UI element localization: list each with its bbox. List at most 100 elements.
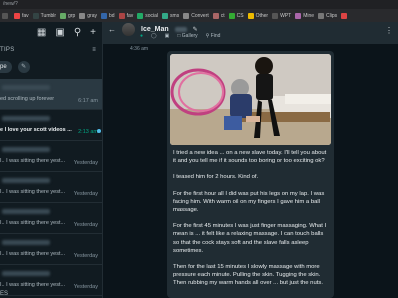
conversation-tabs: ● ◯ ▣ □ Gallery ⚲ Find xyxy=(103,30,220,42)
message-paragraph: For the first 45 minutes I was just fing… xyxy=(173,223,327,254)
search-icon[interactable]: ⚲ xyxy=(74,27,81,38)
chat-list-item[interactable]: I.. I was sitting there yest... Yesterday xyxy=(0,203,102,234)
chat-preview: I.. I was sitting there yest... xyxy=(0,220,66,226)
bookmark-favicon-icon xyxy=(32,12,39,19)
chat-list-item[interactable]: I.. I was sitting there yest... Yesterday xyxy=(0,265,102,296)
bookmark-item[interactable]: CS xyxy=(228,12,244,19)
bookmark-label: Mine xyxy=(303,12,315,19)
filter-chip[interactable]: pe xyxy=(0,61,12,73)
bookmark-label: bd xyxy=(109,12,115,19)
edit-icon[interactable]: ✎ xyxy=(17,61,30,73)
message-paragraph: Then for the last 15 minutes I slowly ma… xyxy=(173,264,323,287)
bookmark-label: Convert xyxy=(191,12,209,19)
chat-preview: I.. I was sitting there yest... xyxy=(0,251,66,257)
bookmark-favicon-icon xyxy=(212,12,219,19)
redacted-contact-name xyxy=(2,85,50,90)
chat-preview: ed scrolling up forever xyxy=(0,96,55,102)
chat-list-item[interactable]: e I love your scott videos ... 2:13 am xyxy=(0,110,102,141)
chat-list: ed scrolling up forever 6:17 am e I love y… xyxy=(0,79,102,296)
bookmark-favicon-icon xyxy=(137,12,144,19)
bookmark-item[interactable]: WPT xyxy=(272,12,292,19)
address-bar[interactable]: /new/? xyxy=(0,0,398,9)
chat-list-item[interactable]: ed scrolling up forever 6:17 am xyxy=(0,79,102,110)
chat-preview: I.. I was sitting there yest... xyxy=(0,158,66,164)
bookmark-item[interactable]: Mine xyxy=(295,12,315,19)
chat-preview: I.. I was sitting there yest... xyxy=(0,282,66,288)
redacted-contact-name xyxy=(2,240,50,245)
bookmark-favicon-icon xyxy=(247,12,254,19)
chat-time: Yesterday xyxy=(73,253,98,259)
chat-list-item[interactable]: I.. I was sitting there yest... Yesterday xyxy=(0,234,102,265)
bookmark-label: fav xyxy=(22,12,29,19)
bookmark-label: CS xyxy=(236,12,244,19)
bookmark-item[interactable]: Other xyxy=(247,12,269,19)
bookmark-label: gray xyxy=(87,12,98,19)
tab-find[interactable]: ⚲ Find xyxy=(206,33,221,39)
bookmark-favicon-icon xyxy=(272,12,279,19)
bookmark-item[interactable] xyxy=(341,12,349,19)
bookmark-label: ct xyxy=(220,12,225,19)
message-text: I tried a new idea ... on a new slave to… xyxy=(170,145,331,288)
bookmark-favicon-icon xyxy=(79,12,86,19)
unread-dot-icon xyxy=(97,129,101,133)
filter-row: pe ✎ xyxy=(0,55,102,79)
bookmark-item[interactable]: Clips xyxy=(318,12,338,19)
redacted-contact-name xyxy=(2,116,50,121)
bookmark-label: grp xyxy=(68,12,76,19)
more-options-icon[interactable]: ⋮ xyxy=(385,26,393,35)
chat-time: 2:13 am xyxy=(78,129,98,135)
bookmark-label: WPT xyxy=(280,12,292,19)
section-label: TIPS xyxy=(0,47,15,53)
tab-icon-a[interactable]: ◯ xyxy=(151,33,157,39)
bookmark-favicon-icon xyxy=(118,12,125,19)
message-paragraph: I teased him for 2 hours. Kind of. xyxy=(173,174,259,181)
tab-icon-b[interactable]: ▣ xyxy=(165,33,170,39)
tab-gallery[interactable]: □ Gallery xyxy=(177,33,197,39)
bookmark-item[interactable]: Tumblr xyxy=(32,12,57,19)
bookmark-label: social xyxy=(145,12,159,19)
calendar-icon[interactable]: ▦ xyxy=(37,27,46,38)
status-dot-icon[interactable]: ● xyxy=(140,33,143,39)
bookmark-label: Other xyxy=(255,12,269,19)
section-header: TIPS ≡ xyxy=(0,45,102,55)
message-photo[interactable] xyxy=(170,54,331,145)
bookmark-label: Clips xyxy=(326,12,338,19)
bookmark-item[interactable] xyxy=(2,12,10,19)
bookmark-item[interactable]: grp xyxy=(60,12,76,19)
bookmark-favicon-icon xyxy=(318,12,325,19)
redacted-contact-name xyxy=(2,209,50,214)
chat-list-sidebar: ▦ ▣ ⚲ + TIPS ≡ pe ✎ ed scrolling up fore… xyxy=(0,22,103,298)
photo-illustration xyxy=(170,54,331,145)
bookmark-favicon-icon xyxy=(2,12,8,19)
chat-time: Yesterday xyxy=(73,191,98,197)
bookmark-label: fav xyxy=(126,12,134,19)
sort-icon[interactable]: ≡ xyxy=(92,47,96,53)
bookmark-favicon-icon xyxy=(60,12,67,19)
redacted-contact-name xyxy=(2,178,50,183)
bookmark-item[interactable]: bd xyxy=(101,12,115,19)
chat-time: 6:17 am xyxy=(78,98,98,104)
bookmark-item[interactable]: fav xyxy=(14,12,29,19)
conversation-header: ← Ice_Man ✎ ⋮ ● ◯ ▣ □ Gallery ⚲ Find xyxy=(103,22,398,44)
bookmark-label: Tumblr xyxy=(40,12,57,19)
bookmark-item[interactable]: ct xyxy=(212,12,225,19)
redacted-contact-name xyxy=(2,271,50,276)
image-icon[interactable]: ▣ xyxy=(55,27,64,38)
bookmark-favicon-icon xyxy=(341,12,348,19)
bookmark-item[interactable]: fav xyxy=(118,12,134,19)
bookmark-favicon-icon xyxy=(228,12,235,19)
chat-list-item[interactable]: I.. I was sitting there yest... Yesterday xyxy=(0,172,102,203)
bookmark-favicon-icon xyxy=(295,12,302,19)
sidebar-bottom-label: ES xyxy=(0,291,9,297)
bookmark-label: sms xyxy=(170,12,180,19)
chat-list-item[interactable]: I.. I was sitting there yest... Yesterday xyxy=(0,141,102,172)
bookmark-item[interactable]: sms xyxy=(162,12,180,19)
bookmark-item[interactable]: social xyxy=(137,12,159,19)
message-bubble[interactable]: I tried a new idea ... on a new slave to… xyxy=(167,51,334,298)
chat-time: Yesterday xyxy=(73,160,98,166)
bookmark-favicon-icon xyxy=(183,12,190,19)
chat-preview: e I love your scott videos ... xyxy=(0,127,72,133)
new-chat-icon[interactable]: + xyxy=(90,27,96,38)
bookmark-item[interactable]: Convert xyxy=(183,12,209,19)
bookmark-item[interactable]: gray xyxy=(79,12,98,19)
